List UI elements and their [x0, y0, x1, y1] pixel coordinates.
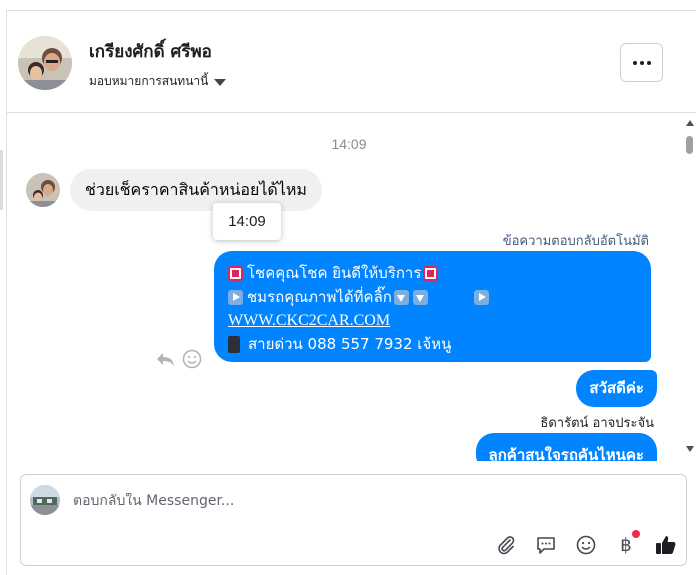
timestamp-tooltip: 14:09: [213, 203, 281, 240]
auto-reply-line-1: โชคคุณโชค ยินดีให้บริการ: [228, 262, 637, 286]
down-arrow-emoji-icon: [412, 289, 428, 305]
scrollbar-thumb[interactable]: [686, 136, 693, 154]
auto-reply-line-2-text: ชมรถคุณภาพได้ที่คลิ๊ก: [247, 287, 392, 306]
emoji-react-icon[interactable]: [181, 348, 203, 370]
more-icon-dot: [639, 60, 644, 65]
message-composer: ฿: [20, 474, 687, 566]
conversation-panel: เกรียงศักดิ์ ศรีพอ มอบหมายการสนทนานี้ 14…: [6, 10, 696, 575]
auto-reply-line-4: สายด่วน 088 557 7932 เจ้หนู: [228, 333, 637, 357]
assign-conversation-dropdown[interactable]: มอบหมายการสนทนานี้: [89, 72, 227, 91]
baht-icon: ฿: [620, 534, 632, 556]
auto-reply-line-1-text: โชคคุณโชค ยินดีให้บริการ: [247, 264, 422, 282]
message-thread[interactable]: 14:09 ช่วยเช็คราคาสินค้าหน่อยได้ไหม 14:0…: [7, 114, 696, 461]
red-square-emoji-icon: [228, 266, 243, 282]
composer-toolbar: ฿: [494, 530, 678, 557]
red-square-emoji-icon: [423, 266, 439, 282]
like-icon[interactable]: [654, 533, 678, 557]
side-panel-edge: [0, 150, 3, 210]
scroll-up-arrow-icon[interactable]: [686, 120, 694, 126]
auto-reply-label: ข้อความตอบกลับอัตโนมัติ: [502, 234, 649, 249]
sender-name-label: ธิดารัตน์ อาจประจัน: [540, 416, 654, 431]
more-options-button[interactable]: [620, 43, 663, 82]
more-icon: [632, 60, 637, 65]
play-emoji-icon: [228, 289, 243, 305]
outgoing-message-bubble[interactable]: ลูกค้าสนใจรถคันไหนคะ: [475, 433, 657, 461]
auto-reply-line-3: WWW.CKC2CAR.COM: [228, 309, 637, 333]
reply-icon[interactable]: [154, 348, 176, 370]
auto-reply-line-4-text: สายด่วน 088 557 7932 เจ้หนู: [248, 334, 452, 353]
play-emoji-icon: [473, 289, 489, 305]
notification-dot: [632, 530, 640, 538]
outgoing-message-bubble[interactable]: สวัสดีค่ะ: [576, 370, 657, 407]
auto-reply-bubble[interactable]: โชคคุณโชค ยินดีให้บริการ ชมรถคุณภาพได้ที…: [214, 251, 651, 362]
mobile-phone-emoji-icon: [228, 335, 240, 353]
thread-scrollbar[interactable]: [684, 114, 696, 461]
contact-name[interactable]: เกรียงศักดิ์ ศรีพอ: [89, 38, 212, 65]
reply-input[interactable]: [73, 493, 633, 509]
conversation-header: เกรียงศักดิ์ ศรีพอ มอบหมายการสนทนานี้: [7, 11, 696, 113]
incoming-message-bubble[interactable]: ช่วยเช็คราคาสินค้าหน่อยได้ไหม: [70, 169, 322, 211]
saved-replies-icon[interactable]: [534, 533, 558, 557]
contact-avatar[interactable]: [18, 36, 72, 90]
down-arrow-emoji-icon: [393, 289, 409, 305]
payment-baht-button[interactable]: ฿: [614, 530, 640, 557]
assign-label: มอบหมายการสนทนานี้: [89, 74, 209, 88]
attachment-icon[interactable]: [494, 533, 518, 557]
thread-timestamp: 14:09: [331, 136, 367, 152]
more-icon-dot: [646, 60, 651, 65]
website-link[interactable]: WWW.CKC2CAR.COM: [228, 309, 390, 333]
scroll-down-arrow-icon[interactable]: [686, 446, 694, 452]
auto-reply-line-2: ชมรถคุณภาพได้ที่คลิ๊ก: [228, 286, 637, 310]
emoji-icon[interactable]: [574, 533, 598, 557]
page-avatar: [30, 485, 60, 515]
caret-down-icon: [214, 79, 227, 86]
sender-avatar: [26, 173, 60, 207]
